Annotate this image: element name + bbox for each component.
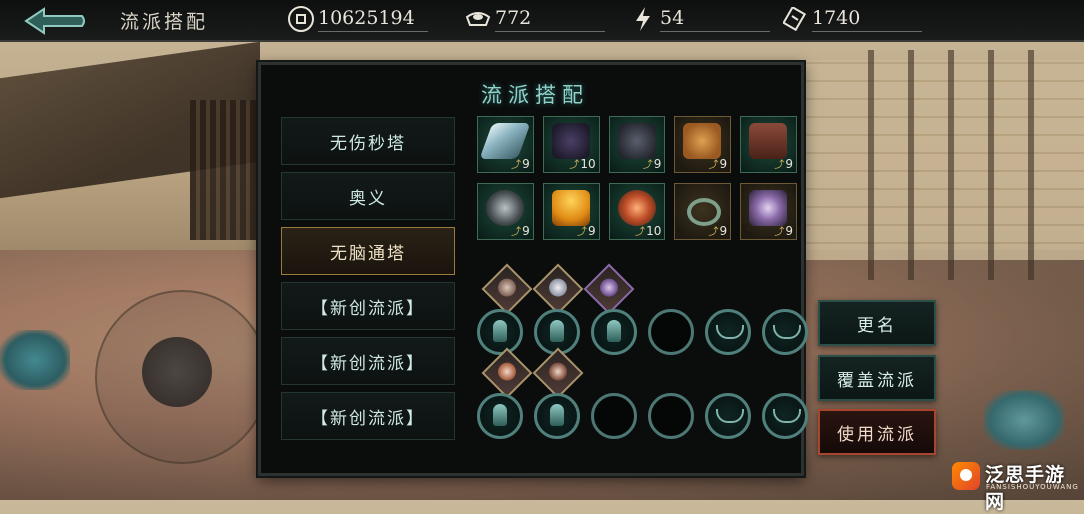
equipment-slot[interactable]: 9 <box>542 183 600 240</box>
character-portrait[interactable] <box>532 347 584 399</box>
pavilion-pillars <box>834 50 1054 280</box>
empty-skill-slot[interactable] <box>648 309 694 355</box>
equipment-slot[interactable]: 9 <box>740 183 797 240</box>
equipment-slot[interactable]: 10 <box>608 183 666 240</box>
ticket-counter: 1740 <box>782 4 922 34</box>
rename-button[interactable]: 更名 <box>818 300 936 346</box>
back-arrow-icon <box>24 7 85 35</box>
page-title: 流派搭配 <box>120 11 209 33</box>
equipment-grid: 9 10 9 9 9 9 <box>477 116 797 250</box>
leather-boots-icon <box>749 123 788 159</box>
skill-slot[interactable] <box>477 309 523 355</box>
ticket-icon <box>782 6 808 32</box>
equipment-slot[interactable]: 9 <box>674 116 732 173</box>
build-item[interactable]: 【新创流派】 <box>281 337 455 385</box>
tiger-helm-icon <box>683 123 722 159</box>
build-item[interactable]: 奥义 <box>281 172 455 220</box>
build-item[interactable]: 【新创流派】 <box>281 392 455 440</box>
empty-skill-slot[interactable] <box>648 393 694 439</box>
flame-amulet-icon <box>617 190 656 226</box>
skill-slot[interactable] <box>705 309 751 355</box>
lightning-icon <box>630 6 656 32</box>
character-portrait[interactable] <box>481 263 533 315</box>
top-bar: 流派搭配 10625194 772 54 1740 <box>0 0 1084 42</box>
golden-cape-icon <box>551 190 590 226</box>
watermark-logo-icon <box>952 462 980 490</box>
dark-wings-icon <box>551 123 590 159</box>
crystal-blade-icon <box>479 123 531 159</box>
orb-relic-icon <box>486 190 524 226</box>
skill-row-1 <box>477 263 808 355</box>
shadow-armor-icon <box>617 123 656 159</box>
skill-slot[interactable] <box>762 309 808 355</box>
ink-splash <box>0 330 70 390</box>
back-button[interactable] <box>22 6 88 36</box>
build-panel: 流派搭配 无伤秒塔 奥义 无脑通塔 【新创流派】 【新创流派】 【新创流派】 9… <box>258 62 808 476</box>
equipment-slot[interactable]: 9 <box>477 116 534 173</box>
ingot-counter: 772 <box>465 4 605 34</box>
violet-claw-icon <box>749 190 788 226</box>
equipment-slot[interactable]: 9 <box>674 183 732 240</box>
coin-value: 10625194 <box>318 7 428 32</box>
coin-counter: 10625194 <box>288 4 428 34</box>
skill-row-2 <box>477 347 808 439</box>
energy-value: 54 <box>660 7 770 32</box>
ingot-icon <box>465 6 491 32</box>
build-item[interactable]: 无伤秒塔 <box>281 117 455 165</box>
virtual-joystick[interactable] <box>95 290 269 464</box>
energy-counter: 54 <box>630 4 770 34</box>
site-watermark: 泛思手游网 FANSISHOUYOUWANG <box>952 458 1078 513</box>
skill-slot[interactable] <box>534 393 580 439</box>
coin-icon <box>288 6 314 32</box>
ticket-value: 1740 <box>812 7 922 32</box>
panel-title: 流派搭配 <box>481 83 589 107</box>
skill-slot[interactable] <box>705 393 751 439</box>
character-portrait[interactable] <box>481 347 533 399</box>
equipment-slot[interactable]: 10 <box>542 116 600 173</box>
build-item-selected[interactable]: 无脑通塔 <box>281 227 455 275</box>
character-portrait[interactable] <box>583 263 635 315</box>
skill-slot[interactable] <box>591 309 637 355</box>
character-portrait[interactable] <box>532 263 584 315</box>
build-list: 无伤秒塔 奥义 无脑通塔 【新创流派】 【新创流派】 【新创流派】 <box>281 117 455 447</box>
use-build-button[interactable]: 使用流派 <box>818 409 936 455</box>
equipment-slot[interactable]: 9 <box>608 116 666 173</box>
empty-skill-slot[interactable] <box>591 393 637 439</box>
ink-splash <box>984 390 1064 450</box>
equipment-slot[interactable]: 9 <box>740 116 797 173</box>
ingot-value: 772 <box>495 7 605 32</box>
skill-slot[interactable] <box>762 393 808 439</box>
skill-slot[interactable] <box>477 393 523 439</box>
build-item[interactable]: 【新创流派】 <box>281 282 455 330</box>
overwrite-build-button[interactable]: 覆盖流派 <box>818 355 936 401</box>
equipment-slot[interactable]: 9 <box>477 183 534 240</box>
jade-bracelet-icon <box>687 198 722 226</box>
